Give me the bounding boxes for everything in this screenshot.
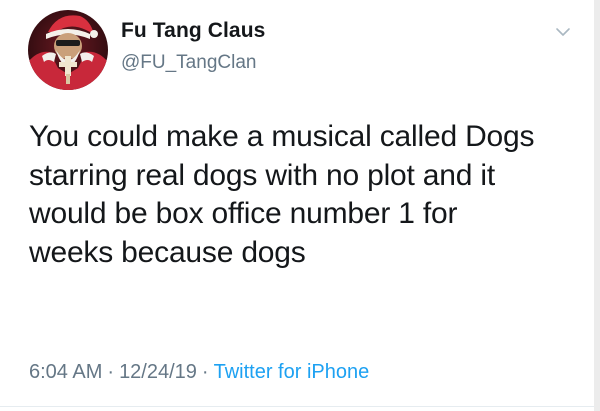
tweet-text-line: would be box office number 1 for <box>29 197 458 230</box>
chevron-down-icon <box>556 28 570 36</box>
santa-avatar-icon <box>28 10 108 90</box>
meta-separator: · <box>107 361 115 383</box>
tweet-time[interactable]: 6:04 AM <box>29 361 102 383</box>
tweet-text-line: starring real dogs with no plot and it <box>29 158 495 192</box>
tweet-card: Fu Tang Claus @FU_TangClan You could mak… <box>0 0 600 411</box>
tweet-source-link[interactable]: Twitter for iPhone <box>214 361 370 383</box>
tweet-text: You could make a musical called Dogs sta… <box>29 118 579 272</box>
display-name[interactable]: Fu Tang Claus <box>121 19 265 43</box>
meta-separator: · <box>201 361 209 383</box>
tweet-text-line: weeks because dogs <box>29 235 306 269</box>
tweet-meta: 6:04 AM · 12/24/19 · Twitter for iPhone <box>29 361 369 384</box>
page-edge <box>594 0 600 411</box>
user-handle[interactable]: @FU_TangClan <box>121 52 256 74</box>
avatar[interactable] <box>28 10 108 90</box>
tweet-text-line: You could make a musical called Dogs <box>29 120 535 153</box>
tweet-menu-button[interactable] <box>552 21 574 43</box>
divider <box>0 406 594 407</box>
tweet-date[interactable]: 12/24/19 <box>119 361 197 383</box>
